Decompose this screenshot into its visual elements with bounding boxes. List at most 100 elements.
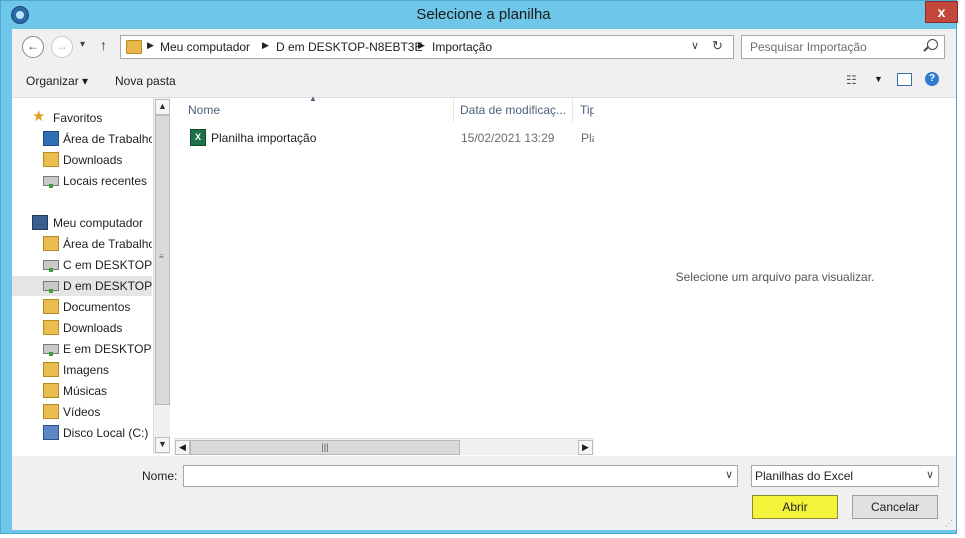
breadcrumb-arrow-icon: ▶	[262, 40, 269, 50]
local-disk-icon	[43, 425, 59, 440]
file-list: Nome ▲ Data de modificaç... Tipo X Plani…	[172, 94, 594, 454]
main-area: ★ Favoritos Área de Trabalho Downloads L…	[12, 94, 956, 456]
tree-label: D em DESKTOP-N8EBT3E	[63, 279, 152, 293]
file-modified: 15/02/2021 13:29	[461, 131, 555, 145]
tree-label: Músicas	[63, 384, 108, 398]
column-header-name[interactable]: Nome	[182, 98, 454, 122]
column-header-type[interactable]: Tipo	[573, 98, 594, 122]
tree-label: Área de Trabalho	[63, 237, 152, 251]
resize-grip-icon[interactable]: ⋰	[945, 519, 953, 528]
tree-label: E em DESKTOP-N8EBT3E	[63, 342, 152, 356]
address-bar[interactable]: ▶ Meu computador ▶ D em DESKTOP-N8EBT3E …	[120, 35, 734, 59]
desktop-icon	[43, 131, 59, 146]
tree-item-drive-c[interactable]: C em DESKTOP-N8EBT3E	[12, 255, 152, 275]
tree-label: Área de Trabalho	[63, 132, 152, 146]
scroll-thumb[interactable]: |||	[190, 440, 460, 455]
tree-item-images[interactable]: Imagens	[12, 360, 152, 380]
tree-item-pc-downloads[interactable]: Downloads	[12, 318, 152, 338]
breadcrumb-item[interactable]: Meu computador	[160, 40, 250, 54]
search-box[interactable]: Pesquisar Importação	[741, 35, 945, 59]
scroll-up-button[interactable]: ▲	[155, 99, 170, 115]
folder-icon	[126, 40, 142, 54]
search-input[interactable]: Pesquisar Importação	[750, 40, 867, 54]
tree-item-documents[interactable]: Documentos	[12, 297, 152, 317]
tree-item-videos[interactable]: Vídeos	[12, 402, 152, 422]
file-list-hscrollbar[interactable]: ◀ ||| ▶	[174, 438, 594, 455]
excel-file-icon: X	[190, 129, 206, 146]
tree-label: Favoritos	[53, 111, 103, 125]
up-button[interactable]: ↑	[100, 37, 107, 53]
close-button[interactable]: x	[925, 1, 958, 23]
tree-item-music[interactable]: Músicas	[12, 381, 152, 401]
file-name-input[interactable]: ∨	[183, 465, 738, 487]
scroll-thumb[interactable]: ≡	[155, 115, 170, 405]
tree-item-desktop[interactable]: Área de Trabalho	[12, 129, 152, 149]
view-dropdown-icon[interactable]: ▼	[874, 74, 883, 84]
star-icon: ★	[32, 108, 46, 125]
music-folder-icon	[43, 383, 59, 398]
tree-item-computer[interactable]: Meu computador	[12, 213, 152, 233]
tree-label: Vídeos	[63, 405, 101, 419]
downloads-folder-icon	[43, 152, 59, 167]
file-type: Planilha do Microsoft Excel	[581, 131, 594, 145]
breadcrumb-arrow-icon: ▶	[418, 40, 425, 50]
breadcrumb-arrow-icon: ▶	[147, 40, 154, 50]
dialog-window: Selecione a planilha x ← → ▾ ↑ ▶ Meu com…	[0, 0, 958, 534]
tree-item-local-disk[interactable]: Disco Local (C:)	[12, 423, 152, 443]
forward-button[interactable]: →	[51, 36, 73, 58]
videos-folder-icon	[43, 404, 59, 419]
window-title: Selecione a planilha	[416, 6, 551, 23]
file-type-dropdown-icon: ∨	[925, 469, 934, 481]
recent-locations-dropdown[interactable]: ▾	[80, 39, 85, 50]
file-name-dropdown-icon[interactable]: ∨	[725, 468, 733, 481]
network-drive-icon	[43, 260, 59, 272]
search-icon[interactable]	[927, 39, 938, 50]
organize-menu[interactable]: Organizar ▾	[26, 74, 88, 88]
tree-label: Imagens	[63, 363, 110, 377]
tree-item-drive-d[interactable]: D em DESKTOP-N8EBT3E	[12, 276, 152, 296]
sort-arrow-icon: ▲	[309, 94, 317, 103]
new-folder-button[interactable]: Nova pasta	[115, 74, 176, 88]
navigation-tree: ★ Favoritos Área de Trabalho Downloads L…	[12, 98, 152, 456]
breadcrumb-item[interactable]: D em DESKTOP-N8EBT3E	[276, 40, 422, 54]
tree-label: Locais recentes	[63, 174, 148, 188]
help-icon[interactable]: ?	[925, 72, 939, 86]
file-type-select[interactable]: Planilhas do Excel ∨	[751, 465, 939, 487]
file-name: Planilha importação	[211, 131, 317, 145]
cancel-button[interactable]: Cancelar	[852, 495, 938, 519]
downloads-folder-icon	[43, 320, 59, 335]
address-dropdown-icon[interactable]: ∨	[691, 39, 699, 52]
tree-label: Downloads	[63, 321, 123, 335]
recent-places-icon	[43, 176, 59, 188]
preview-placeholder: Selecione um arquivo para visualizar.	[675, 270, 875, 284]
table-row[interactable]: X Planilha importação 15/02/2021 13:29 P…	[182, 126, 594, 148]
file-type-value: Planilhas do Excel	[755, 469, 854, 483]
preview-pane-icon[interactable]	[897, 73, 912, 86]
tree-label: C em DESKTOP-N8EBT3E	[63, 258, 152, 272]
computer-icon	[32, 215, 48, 230]
tree-item-favorites[interactable]: ★ Favoritos	[12, 108, 152, 128]
column-header-modified[interactable]: Data de modificaç...	[454, 98, 573, 122]
network-drive-icon	[43, 344, 59, 356]
network-drive-icon	[43, 281, 59, 293]
dialog-client: ← → ▾ ↑ ▶ Meu computador ▶ D em DESKTOP-…	[12, 29, 956, 530]
scroll-right-button[interactable]: ▶	[578, 440, 593, 455]
organize-label: Organizar	[26, 74, 79, 88]
tree-item-pc-desktop[interactable]: Área de Trabalho	[12, 234, 152, 254]
bottom-panel: Nome: ∨ Planilhas do Excel ∨ Abrir Cance…	[12, 455, 956, 530]
scroll-down-button[interactable]: ▼	[155, 437, 170, 453]
tree-scrollbar[interactable]: ▲ ≡ ▼	[153, 98, 170, 454]
images-folder-icon	[43, 362, 59, 377]
refresh-button[interactable]: ↻	[712, 38, 723, 54]
breadcrumb-item[interactable]: Importação	[432, 40, 492, 54]
file-name-label: Nome:	[142, 469, 178, 483]
tree-item-recent[interactable]: Locais recentes	[12, 171, 152, 191]
scroll-left-button[interactable]: ◀	[175, 440, 190, 455]
view-options-icon[interactable]: ☷	[846, 73, 857, 87]
back-button[interactable]: ←	[22, 36, 44, 58]
tree-item-downloads[interactable]: Downloads	[12, 150, 152, 170]
open-button[interactable]: Abrir	[752, 495, 838, 519]
title-bar: Selecione a planilha x	[1, 1, 958, 29]
desktop-folder-icon	[43, 236, 59, 251]
tree-item-drive-e[interactable]: E em DESKTOP-N8EBT3E	[12, 339, 152, 359]
